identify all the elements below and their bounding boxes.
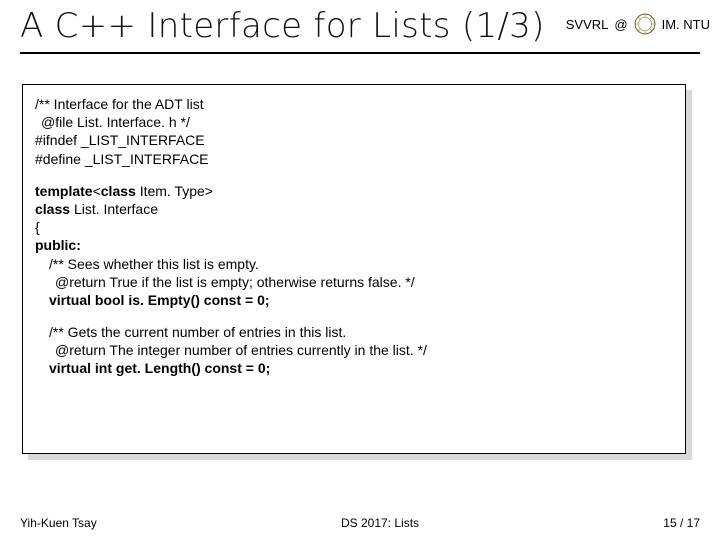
code-line: public: <box>35 236 673 254</box>
code-line: #define _LIST_INTERFACE <box>35 150 673 168</box>
code-line: @return The integer number of entries cu… <box>35 341 673 359</box>
footer: Yih-Kuen Tsay DS 2017: Lists 15 / 17 <box>0 516 720 530</box>
code-line: template<class Item. Type> <box>35 182 673 200</box>
code-box: /** Interface for the ADT list @file Lis… <box>22 84 686 454</box>
code-line: /** Sees whether this list is empty. <box>35 255 673 273</box>
code-line: { <box>35 218 673 236</box>
kw-template: template <box>35 183 93 199</box>
code-line: /** Gets the current number of entries i… <box>35 323 673 341</box>
footer-course: DS 2017: Lists <box>341 516 419 530</box>
title-rule <box>20 52 700 54</box>
code-text: List. Interface <box>74 201 158 217</box>
code-text: < <box>93 183 101 199</box>
code-line: @file List. Interface. h */ <box>35 113 673 131</box>
code-content: /** Interface for the ADT list @file Lis… <box>35 95 673 378</box>
kw-class: class <box>35 201 74 217</box>
code-block: /** Gets the current number of entries i… <box>35 323 673 378</box>
code-line: virtual bool is. Empty() const = 0; <box>35 291 673 309</box>
code-text: Item. Type> <box>140 183 213 199</box>
code-line: virtual int get. Length() const = 0; <box>35 359 673 377</box>
kw-class: class <box>101 183 140 199</box>
header-row: A C++ Interface for Lists (1/3) SVVRL @ <box>0 0 720 46</box>
slide: A C++ Interface for Lists (1/3) SVVRL @ <box>0 0 720 540</box>
header-imntu: IM. NTU <box>662 17 710 32</box>
ntu-seal-icon <box>634 13 656 35</box>
code-line: class List. Interface <box>35 200 673 218</box>
code-block: template<class Item. Type> class List. I… <box>35 182 673 309</box>
code-line: #ifndef _LIST_INTERFACE <box>35 131 673 149</box>
footer-author: Yih-Kuen Tsay <box>20 516 97 530</box>
header-right: SVVRL @ <box>566 13 710 35</box>
code-line: @return True if the list is empty; other… <box>35 273 673 291</box>
code-line: /** Interface for the ADT list <box>35 95 673 113</box>
footer-page: 15 / 17 <box>663 516 700 530</box>
header-svvrl: SVVRL <box>566 17 609 32</box>
header-at: @ <box>614 17 627 32</box>
slide-title: A C++ Interface for Lists (1/3) <box>20 6 545 46</box>
